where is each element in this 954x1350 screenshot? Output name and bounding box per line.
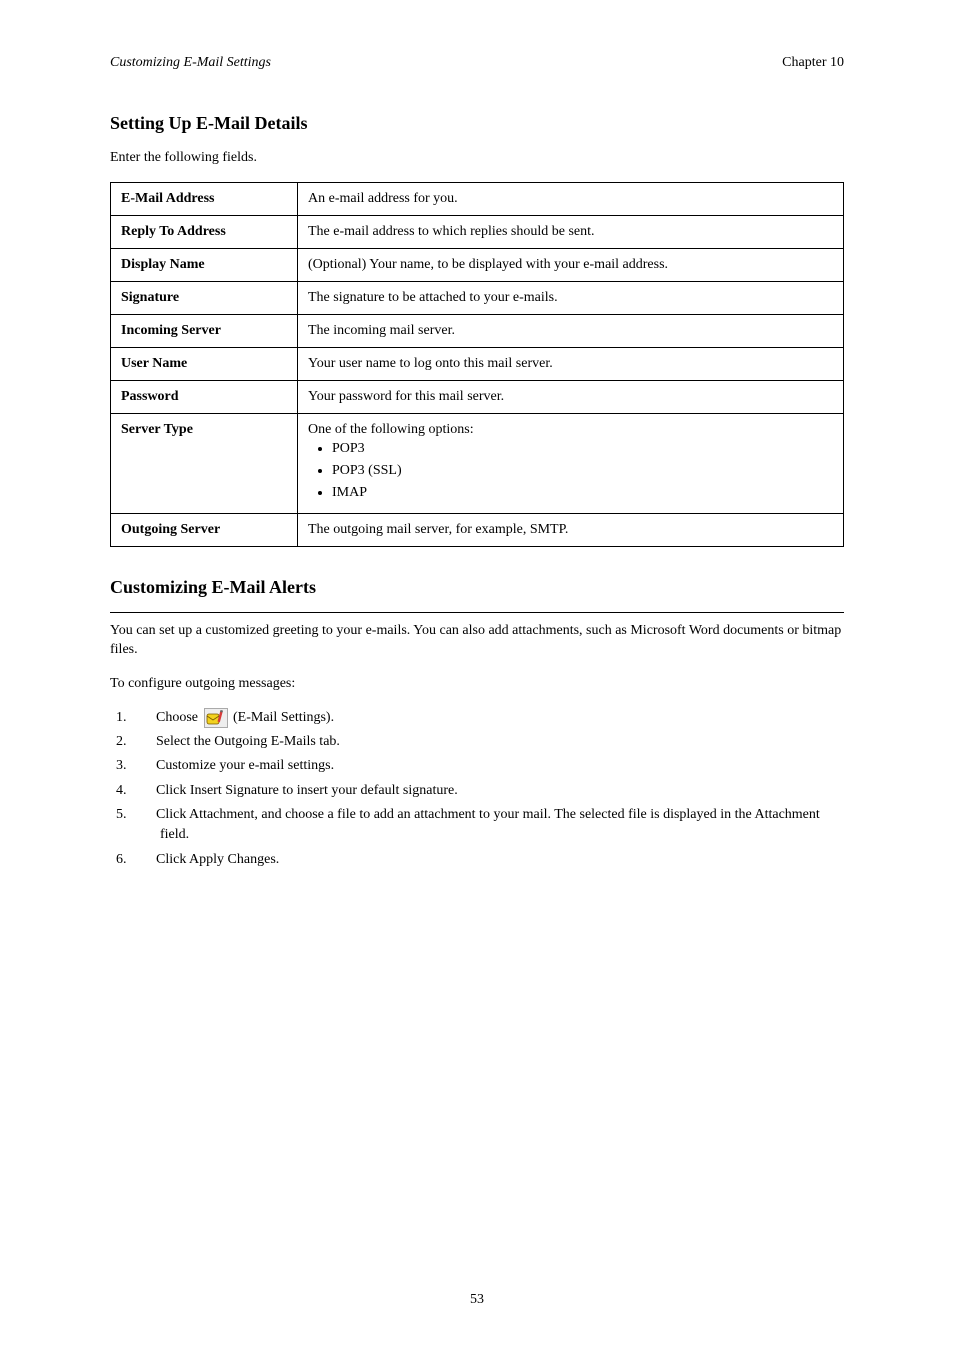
step-item: 5.Click Attachment, and choose a file to… [138, 805, 844, 846]
table-row: Incoming Server The incoming mail server… [111, 314, 844, 347]
table-row: Password Your password for this mail ser… [111, 380, 844, 413]
field-name: Incoming Server [111, 314, 298, 347]
step-number: 2. [138, 732, 156, 752]
list-item: IMAP [332, 482, 833, 504]
field-name: Outgoing Server [111, 513, 298, 546]
step-item: 2.Select the Outgoing E-Mails tab. [138, 732, 844, 752]
step-text-post: (E-Mail Settings). [230, 710, 335, 725]
table-row: Server Type One of the following options… [111, 413, 844, 513]
step-text: Customize your e-mail settings. [156, 758, 334, 773]
list-item: POP3 [332, 438, 833, 460]
field-desc: The e-mail address to which replies shou… [298, 215, 844, 248]
mailbox-edit-icon [204, 708, 228, 728]
field-desc: (Optional) Your name, to be displayed wi… [298, 248, 844, 281]
field-name: User Name [111, 347, 298, 380]
step-item: 1.Choose (E-Mail Settings). [138, 708, 844, 729]
steps-list: 1.Choose (E-Mail Settings). 2.Select the… [138, 708, 844, 870]
section-heading-email-details: Setting Up E-Mail Details [110, 113, 844, 134]
to-configure-line: To configure outgoing messages: [110, 674, 844, 694]
table-row: User Name Your user name to log onto thi… [111, 347, 844, 380]
field-name: E-Mail Address [111, 182, 298, 215]
step-item: 3.Customize your e-mail settings. [138, 756, 844, 776]
intro-text: Enter the following fields. [110, 148, 844, 168]
step-number: 5. [138, 805, 156, 825]
section-heading-email-alerts: Customizing E-Mail Alerts [110, 577, 844, 598]
table-row: Display Name (Optional) Your name, to be… [111, 248, 844, 281]
step-text: Click Insert Signature to insert your de… [156, 783, 458, 798]
step-item: 4.Click Insert Signature to insert your … [138, 781, 844, 801]
table-row: Reply To Address The e-mail address to w… [111, 215, 844, 248]
field-name: Signature [111, 281, 298, 314]
table-row: Signature The signature to be attached t… [111, 281, 844, 314]
field-name: Server Type [111, 413, 298, 513]
step-number: 4. [138, 781, 156, 801]
field-desc: Your password for this mail server. [298, 380, 844, 413]
page-number: 53 [0, 1292, 954, 1308]
field-desc: Your user name to log onto this mail ser… [298, 347, 844, 380]
field-desc: The signature to be attached to your e-m… [298, 281, 844, 314]
section-divider [110, 612, 844, 613]
table-row: Outgoing Server The outgoing mail server… [111, 513, 844, 546]
step-number: 1. [138, 708, 156, 728]
server-type-options: POP3 POP3 (SSL) IMAP [332, 438, 833, 505]
alerts-para: You can set up a customized greeting to … [110, 621, 844, 660]
field-name: Reply To Address [111, 215, 298, 248]
step-number: 3. [138, 756, 156, 776]
table-row: E-Mail Address An e-mail address for you… [111, 182, 844, 215]
fields-table: E-Mail Address An e-mail address for you… [110, 182, 844, 547]
field-desc: One of the following options: POP3 POP3 … [298, 413, 844, 513]
step-text: Click Apply Changes. [156, 852, 279, 867]
field-desc: An e-mail address for you. [298, 182, 844, 215]
step-text-pre: Choose [156, 710, 202, 725]
doc-title: Customizing E-Mail Settings [110, 55, 271, 71]
step-number: 6. [138, 850, 156, 870]
step-text: Click Attachment, and choose a file to a… [156, 807, 820, 842]
list-item: POP3 (SSL) [332, 460, 833, 482]
field-desc: The outgoing mail server, for example, S… [298, 513, 844, 546]
field-desc: The incoming mail server. [298, 314, 844, 347]
field-desc-text: One of the following options: [308, 422, 474, 437]
step-text: Select the Outgoing E-Mails tab. [156, 734, 340, 749]
chapter-label: Chapter 10 [782, 55, 844, 71]
field-name: Display Name [111, 248, 298, 281]
field-name: Password [111, 380, 298, 413]
step-item: 6.Click Apply Changes. [138, 850, 844, 870]
